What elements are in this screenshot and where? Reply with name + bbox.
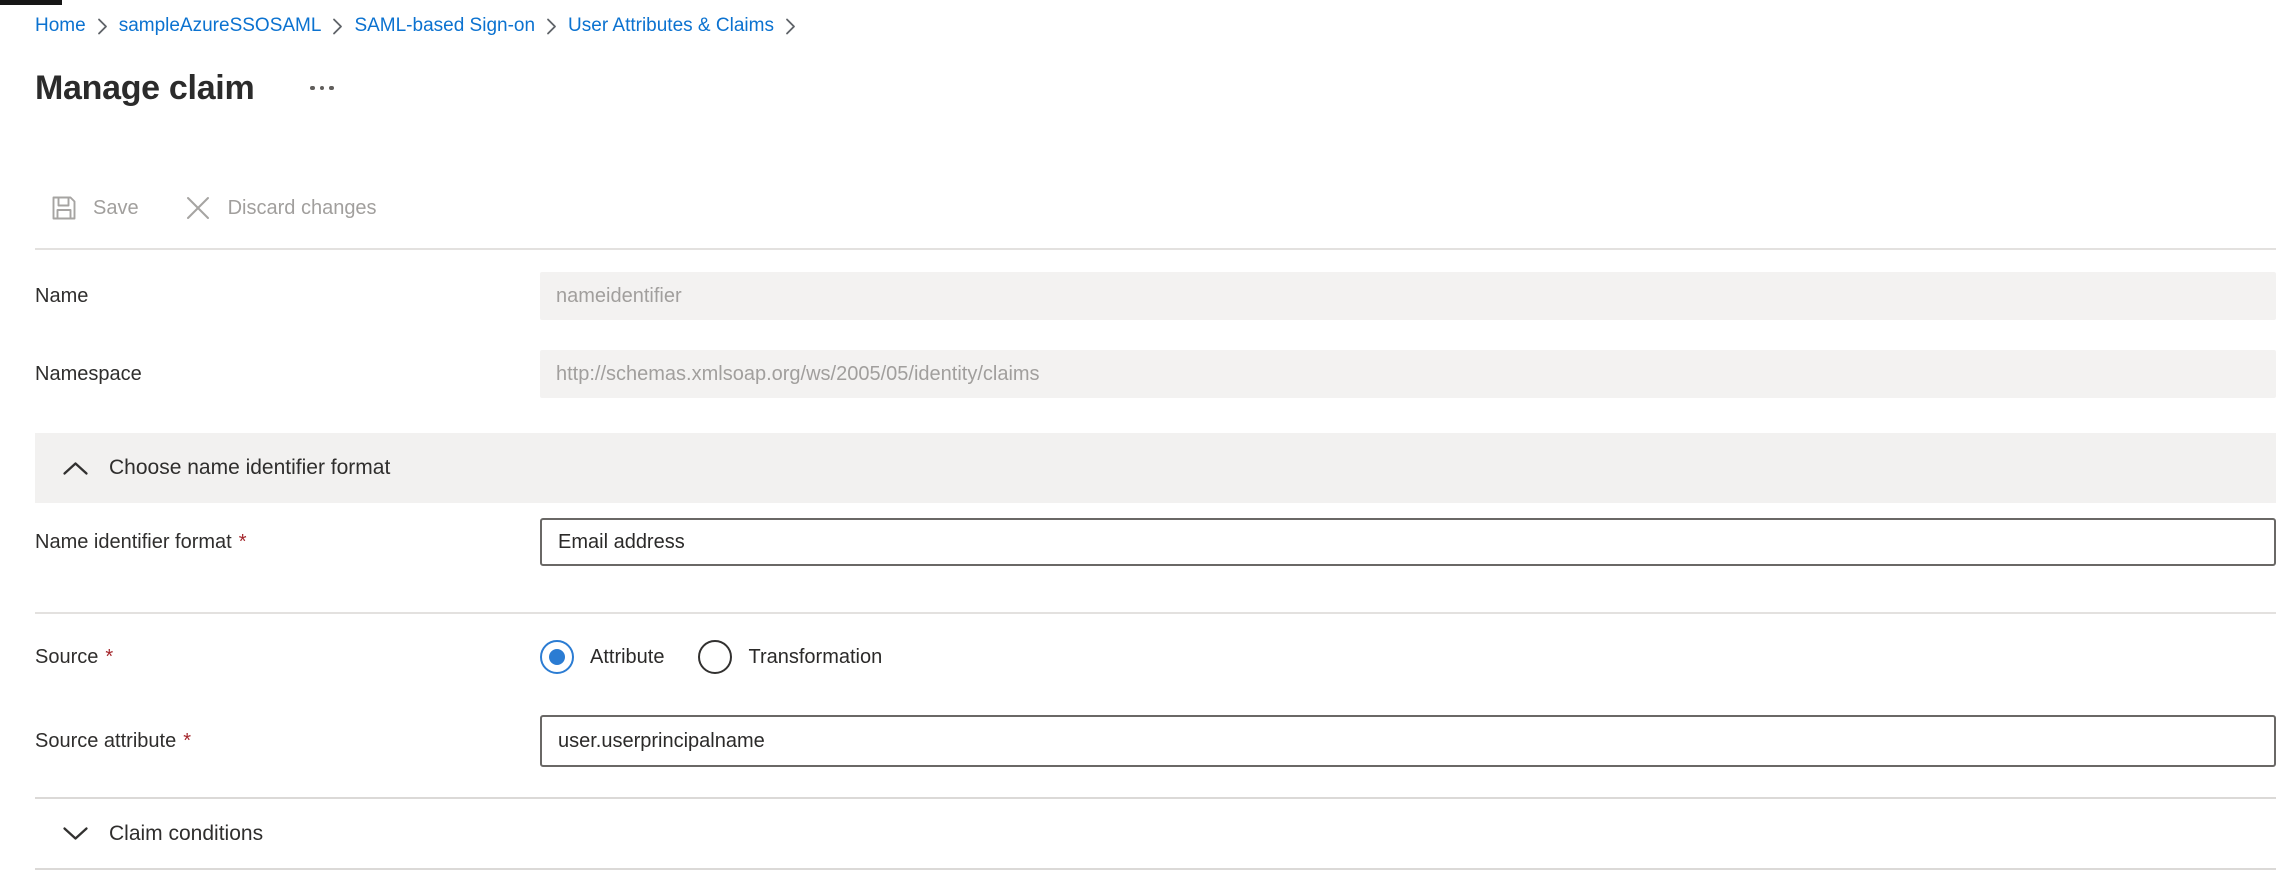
breadcrumb-item-home[interactable]: Home (35, 15, 86, 37)
section-claim-conditions[interactable]: Claim conditions (35, 797, 2276, 870)
title-row: Manage claim (35, 67, 2276, 109)
required-asterisk: * (105, 646, 113, 669)
more-icon[interactable] (306, 80, 338, 97)
window-chrome-fragment (0, 0, 62, 5)
save-button-label: Save (93, 197, 139, 220)
discard-changes-button[interactable]: Discard changes (183, 193, 377, 223)
page-content: Home sampleAzureSSOSAML SAML-based Sign-… (0, 0, 2276, 870)
required-asterisk: * (239, 531, 247, 554)
radio-attribute[interactable]: Attribute (540, 640, 664, 674)
radio-unselected-icon (698, 640, 732, 674)
toolbar-divider (35, 248, 2276, 250)
breadcrumb-item-saml-signon[interactable]: SAML-based Sign-on (354, 15, 535, 37)
name-identifier-format-row: Name identifier format * Email address (35, 518, 2276, 566)
page-title: Manage claim (35, 69, 254, 108)
namespace-row: Namespace (35, 350, 2276, 398)
source-attribute-combobox[interactable]: user.userprincipalname (540, 715, 2276, 767)
source-attribute-label: Source attribute * (35, 715, 540, 767)
section-title: Claim conditions (109, 822, 263, 846)
source-attribute-value: user.userprincipalname (558, 730, 765, 753)
name-identifier-format-label: Name identifier format * (35, 518, 540, 566)
chevron-right-icon (332, 17, 343, 36)
chevron-right-icon (97, 17, 108, 36)
save-button[interactable]: Save (35, 194, 139, 222)
name-label: Name (35, 272, 540, 320)
namespace-label: Namespace (35, 350, 540, 398)
name-row: Name (35, 272, 2276, 320)
breadcrumb-item-user-attributes-claims[interactable]: User Attributes & Claims (568, 15, 774, 37)
chevron-right-icon (546, 17, 557, 36)
section-choose-name-identifier-format[interactable]: Choose name identifier format (35, 433, 2276, 503)
chevron-down-icon (62, 826, 89, 841)
required-asterisk: * (183, 730, 191, 753)
discard-changes-label: Discard changes (228, 197, 377, 220)
name-input (540, 272, 2276, 320)
save-icon (50, 194, 78, 222)
source-label: Source * (35, 639, 540, 675)
namespace-input (540, 350, 2276, 398)
breadcrumb-item-app[interactable]: sampleAzureSSOSAML (119, 15, 322, 37)
chevron-up-icon (62, 461, 89, 476)
source-radio-group: Attribute Transformation (540, 640, 882, 674)
close-icon (183, 193, 213, 223)
radio-transformation[interactable]: Transformation (698, 640, 882, 674)
breadcrumb: Home sampleAzureSSOSAML SAML-based Sign-… (35, 0, 2276, 39)
chevron-right-icon (785, 17, 796, 36)
source-row: Source * Attribute Transformation (35, 639, 2276, 675)
name-identifier-format-value: Email address (558, 531, 685, 554)
radio-transformation-label: Transformation (748, 646, 882, 669)
command-bar: Save Discard changes (35, 188, 2276, 228)
section-divider (35, 612, 2276, 614)
section-title: Choose name identifier format (109, 456, 390, 480)
radio-selected-icon (540, 640, 574, 674)
name-identifier-format-select[interactable]: Email address (540, 518, 2276, 566)
source-attribute-row: Source attribute * user.userprincipalnam… (35, 715, 2276, 767)
radio-attribute-label: Attribute (590, 646, 664, 669)
